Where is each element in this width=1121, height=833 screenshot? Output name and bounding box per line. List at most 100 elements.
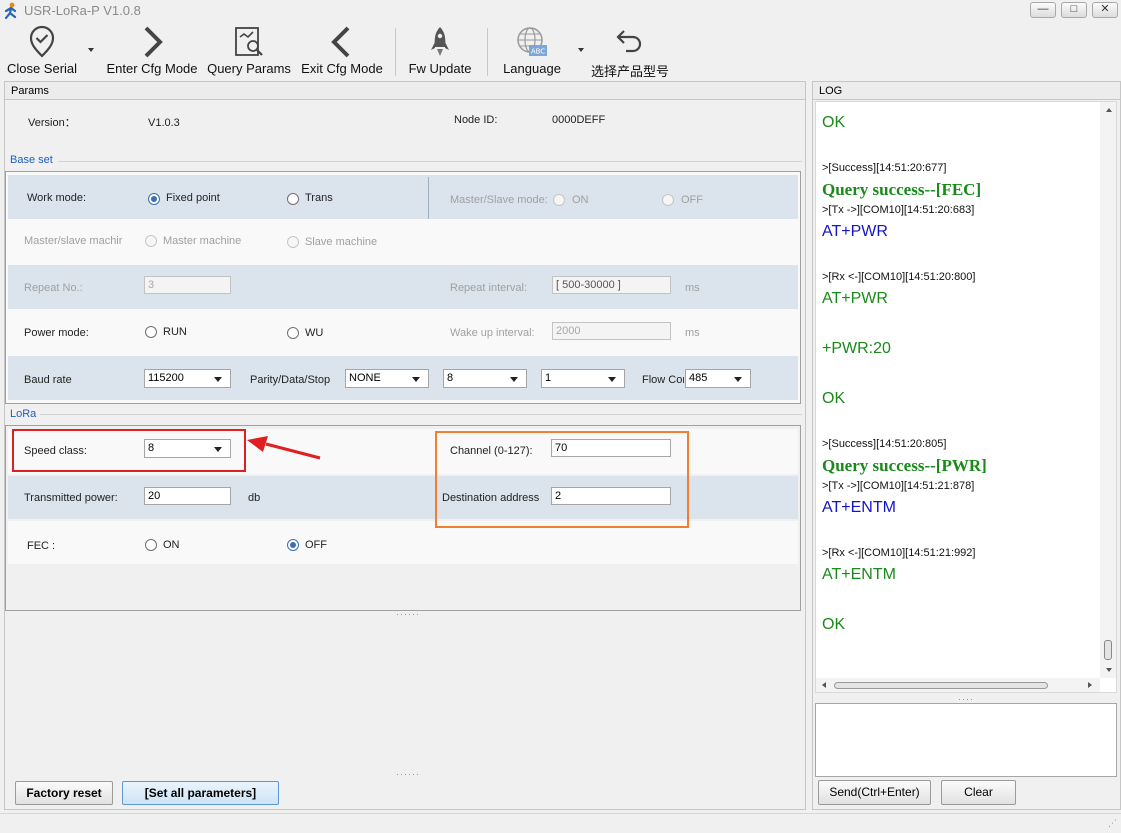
log-line: AT+PWR [822, 290, 888, 307]
fw-update-label: Fw Update [408, 61, 472, 76]
stop-bits-select[interactable]: 1 [541, 369, 625, 388]
repeat-no-label: Repeat No.: [24, 282, 83, 294]
log-line: +PWR:20 [822, 340, 891, 357]
repeat-interval-unit: ms [685, 282, 700, 294]
ms-on-radio[interactable] [553, 194, 565, 206]
rocket-icon [431, 27, 449, 56]
trans-label: Trans [305, 192, 333, 204]
lora-title: LoRa [10, 408, 37, 420]
globe-abc-icon: ABC [517, 27, 547, 56]
close-serial-dropdown-icon[interactable] [88, 48, 94, 52]
factory-reset-button[interactable]: Factory reset [15, 781, 113, 805]
log-hscroll-thumb[interactable] [834, 682, 1048, 689]
master-machine-radio[interactable] [145, 235, 157, 247]
enter-cfg-mode-label: Enter Cfg Mode [106, 61, 198, 76]
ms-off-label: OFF [681, 194, 703, 206]
document-search-icon [235, 27, 263, 56]
repeat-row [8, 265, 798, 309]
scroll-up-icon[interactable] [1106, 108, 1112, 112]
wake-up-unit: ms [685, 327, 700, 339]
fec-on-radio[interactable] [145, 539, 157, 551]
work-mode-label: Work mode: [27, 192, 87, 204]
log-line: OK [822, 114, 846, 131]
slave-machine-radio[interactable] [287, 236, 299, 248]
ms-mode-label: Master/Slave mode: [450, 194, 548, 206]
splitter-grip[interactable]: ······ [396, 769, 420, 779]
query-params-label: Query Params [207, 61, 291, 76]
version-label: Version： [28, 117, 76, 129]
fixed-point-label: Fixed point [166, 192, 220, 204]
data-bits-select[interactable]: 8 [443, 369, 527, 388]
send-textarea[interactable] [815, 703, 1117, 777]
log-vscrollbar[interactable] [1100, 102, 1116, 678]
send-button[interactable]: Send(Ctrl+Enter) [818, 780, 931, 805]
power-mode-row [8, 311, 798, 354]
repeat-interval-label: Repeat interval: [450, 282, 528, 294]
scroll-right-icon[interactable] [1088, 682, 1092, 688]
parity-select[interactable]: NONE [345, 369, 429, 388]
query-params-button[interactable]: Query Params [206, 22, 292, 79]
log-line: AT+ENTM [822, 499, 896, 516]
log-vscroll-thumb[interactable] [1104, 640, 1112, 660]
language-dropdown-icon[interactable] [578, 48, 584, 52]
baud-rate-value: 115200 [148, 372, 184, 384]
log-line: Query success--[PWR] [822, 456, 987, 475]
log-line: Query success--[FEC] [822, 180, 982, 199]
flow-control-value: 485 [689, 372, 708, 384]
ms-machine-row [8, 221, 798, 264]
fixed-point-radio[interactable] [148, 193, 160, 205]
flow-control-select[interactable]: 485 [685, 369, 751, 388]
exit-cfg-mode-button[interactable]: Exit Cfg Mode [298, 22, 386, 79]
toolbar-separator [395, 28, 396, 76]
wake-up-field[interactable]: 2000 [552, 322, 671, 340]
transmitted-power-label: Transmitted power: [24, 492, 118, 504]
select-product-label: 选择产品型号 [590, 64, 669, 79]
parity-value: NONE [349, 372, 381, 384]
resize-grip-icon[interactable]: ⋰ [1108, 818, 1118, 829]
log-line: >[Rx <-][COM10][14:51:20:800] [822, 271, 976, 283]
language-button[interactable]: ABC Language [498, 22, 566, 79]
select-product-button[interactable]: 选择产品型号 [590, 22, 670, 79]
fec-off-radio[interactable] [287, 539, 299, 551]
enter-cfg-mode-button[interactable]: Enter Cfg Mode [104, 22, 200, 79]
wu-radio[interactable] [287, 327, 299, 339]
log-header: LOG [812, 81, 1121, 100]
node-id-value: 0000DEFF [552, 114, 606, 126]
repeat-interval-field[interactable]: [ 500-30000 ] [552, 276, 671, 294]
splitter-grip[interactable]: ······ [396, 609, 420, 619]
log-line: OK [822, 616, 846, 633]
baud-rate-select[interactable]: 115200 [144, 369, 231, 388]
log-line: >[Tx ->][COM10][14:51:20:683] [822, 204, 975, 216]
scroll-left-icon[interactable] [822, 682, 826, 688]
repeat-no-field[interactable]: 3 [144, 276, 231, 294]
clear-button[interactable]: Clear [941, 780, 1016, 805]
undo-icon [616, 30, 642, 53]
wake-up-label: Wake up interval: [450, 327, 535, 339]
minimize-button[interactable]: — [1030, 2, 1056, 18]
scroll-down-icon[interactable] [1106, 668, 1112, 672]
baud-rate-label: Baud rate [24, 374, 72, 386]
trans-radio[interactable] [287, 193, 299, 205]
log-line: AT+ENTM [822, 566, 896, 583]
version-value: V1.0.3 [148, 117, 180, 129]
log-output[interactable]: OK >[Success][14:51:20:677] Query succes… [815, 101, 1117, 693]
window-title: USR-LoRa-P V1.0.8 [24, 3, 141, 18]
work-mode-row [8, 175, 798, 219]
close-serial-button[interactable]: Close Serial [4, 22, 80, 79]
log-line: >[Rx <-][COM10][14:51:21:992] [822, 547, 976, 559]
params-header: Params [4, 81, 806, 100]
node-id-label: Node ID: [454, 114, 498, 126]
close-window-button[interactable]: ✕ [1092, 2, 1118, 18]
ms-off-radio[interactable] [662, 194, 674, 206]
red-arrow-icon [247, 436, 321, 460]
power-mode-label: Power mode: [24, 327, 89, 339]
chevron-left-icon [331, 26, 350, 58]
maximize-button[interactable]: □ [1061, 2, 1087, 18]
transmitted-power-input[interactable]: 20 [144, 487, 231, 505]
set-all-parameters-button[interactable]: [Set all parameters] [122, 781, 279, 805]
chevron-down-icon [608, 377, 616, 382]
run-radio[interactable] [145, 326, 157, 338]
log-line: >[Tx ->][COM10][14:51:21:878] [822, 480, 975, 492]
fw-update-button[interactable]: Fw Update [404, 22, 476, 79]
slave-machine-label: Slave machine [305, 236, 378, 248]
